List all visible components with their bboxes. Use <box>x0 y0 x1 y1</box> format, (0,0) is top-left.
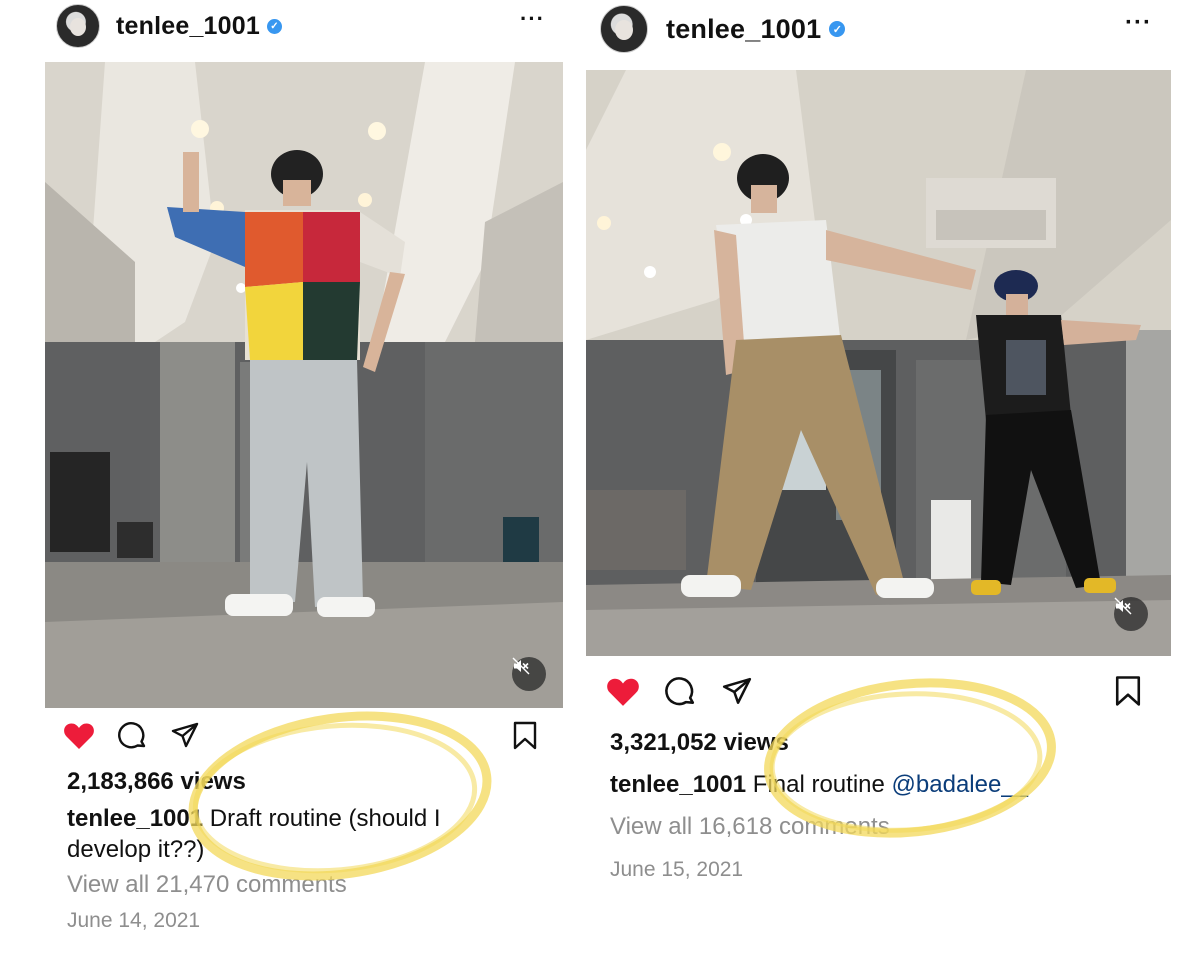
username[interactable]: tenlee_1001 <box>666 14 821 45</box>
heart-icon[interactable] <box>606 676 640 708</box>
verified-badge-icon: ✓ <box>266 18 282 34</box>
post-date: June 14, 2021 <box>67 909 201 932</box>
share-icon[interactable] <box>721 676 753 708</box>
post-left: tenlee_1001 ✓ ··· 2,183,866 views tenlee… <box>0 0 580 957</box>
comment-icon[interactable] <box>117 721 147 751</box>
verified-badge-icon: ✓ <box>829 21 846 37</box>
muted-speaker-icon <box>1114 597 1132 615</box>
avatar[interactable] <box>600 5 648 53</box>
video-media[interactable] <box>586 70 1171 656</box>
caption: tenlee_1001 Final routine @badalee__ <box>610 769 1170 800</box>
mute-button[interactable] <box>1114 597 1148 631</box>
dance-studio-scene <box>45 62 563 708</box>
share-icon[interactable] <box>170 721 200 751</box>
mute-button[interactable] <box>512 657 546 691</box>
more-options-icon[interactable]: ··· <box>1125 9 1152 37</box>
view-comments-link[interactable]: View all 16,618 comments <box>610 811 1170 842</box>
post-header: tenlee_1001 ✓ <box>600 4 846 54</box>
caption-text: Final routine <box>752 771 885 798</box>
view-comments-link[interactable]: View all 21,470 comments <box>67 869 547 900</box>
post-right: tenlee_1001 ✓ ··· 3,321,052 views tenlee… <box>580 0 1200 957</box>
caption-username[interactable]: tenlee_1001 <box>67 805 203 832</box>
dance-studio-scene <box>586 70 1171 656</box>
muted-speaker-icon <box>512 657 530 675</box>
username[interactable]: tenlee_1001 <box>116 12 260 41</box>
post-date: June 15, 2021 <box>610 858 744 881</box>
bookmark-icon[interactable] <box>512 721 538 751</box>
heart-icon[interactable] <box>63 721 95 751</box>
view-count: 3,321,052 views <box>610 729 789 756</box>
view-count: 2,183,866 views <box>67 768 246 795</box>
action-bar <box>60 718 560 758</box>
more-options-icon[interactable]: ··· <box>520 6 545 32</box>
mention-link[interactable]: @badalee__ <box>892 771 1028 798</box>
video-media[interactable] <box>45 62 563 708</box>
avatar[interactable] <box>56 4 100 48</box>
caption-username[interactable]: tenlee_1001 <box>610 771 746 798</box>
bookmark-icon[interactable] <box>1114 675 1142 708</box>
caption: tenlee_1001 Draft routine (should I deve… <box>67 803 487 865</box>
action-bar <box>604 673 1174 713</box>
post-header: tenlee_1001 ✓ <box>56 4 282 48</box>
comment-icon[interactable] <box>664 676 696 708</box>
